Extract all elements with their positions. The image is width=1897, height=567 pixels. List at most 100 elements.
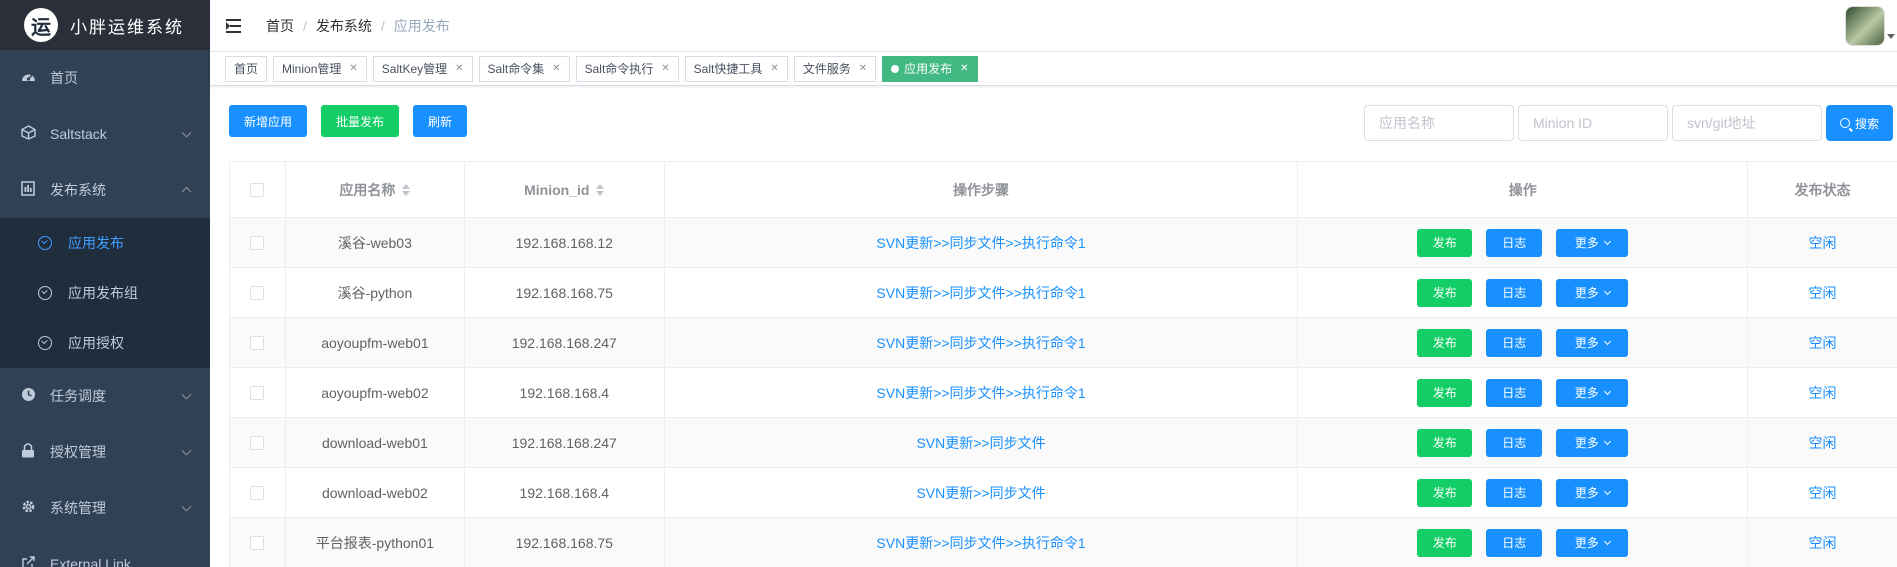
more-dropdown-button[interactable]: 更多 [1556, 478, 1629, 507]
tab-home[interactable]: 首页 [225, 55, 268, 82]
log-button[interactable]: 日志 [1486, 478, 1543, 507]
add-app-button[interactable]: 新增应用 [229, 105, 308, 137]
avatar[interactable] [1845, 6, 1885, 46]
sidebar-item-system[interactable]: 系统管理 [0, 480, 210, 536]
sidebar-item-auth[interactable]: 授权管理 [0, 424, 210, 480]
log-button[interactable]: 日志 [1486, 428, 1543, 457]
publish-button[interactable]: 发布 [1417, 328, 1473, 357]
row-checkbox[interactable] [250, 385, 265, 400]
status-link[interactable]: 空闲 [1748, 368, 1897, 417]
log-button[interactable]: 日志 [1486, 278, 1543, 307]
more-dropdown-button[interactable]: 更多 [1556, 278, 1629, 307]
table-row[interactable]: 溪谷-python 192.168.168.75 SVN更新>>同步文件>>执行命令… [230, 268, 1897, 318]
cell-steps-link[interactable]: SVN更新>>同步文件 [665, 468, 1299, 517]
status-link[interactable]: 空闲 [1748, 418, 1897, 467]
minion-id-input[interactable] [1518, 105, 1668, 141]
table-row[interactable]: download-web01 192.168.168.247 SVN更新>>同步文件… [230, 418, 1897, 468]
close-icon[interactable]: ✕ [859, 57, 867, 81]
repo-url-input[interactable] [1672, 105, 1822, 141]
sort-icon[interactable] [402, 183, 411, 196]
sidebar-item-home[interactable]: 首页 [0, 50, 210, 106]
tab-salt-exec[interactable]: Salt命令执行 ✕ [575, 55, 679, 82]
breadcrumb-item[interactable]: 发布系统 [316, 16, 372, 36]
column-header-name[interactable]: 应用名称 [286, 162, 465, 217]
tab-minion[interactable]: Minion管理 ✕ [273, 55, 367, 82]
breadcrumb-item[interactable]: 首页 [266, 16, 294, 36]
batch-publish-button[interactable]: 批量发布 [321, 105, 400, 137]
column-header-label: Minion_id [524, 181, 590, 198]
cube-icon [20, 125, 36, 143]
select-all-checkbox[interactable] [250, 182, 265, 197]
logo[interactable]: 运 小胖运维系统 [0, 0, 210, 50]
search-button[interactable]: 搜索 [1826, 105, 1894, 141]
sidebar-item-saltstack[interactable]: Saltstack [0, 106, 210, 162]
row-actions: 发布 日志 更多 [1410, 278, 1635, 307]
app-name-input[interactable] [1364, 105, 1514, 141]
sidebar-subitem-app-auth[interactable]: 应用授权 [0, 318, 210, 368]
publish-button[interactable]: 发布 [1417, 278, 1473, 307]
status-link[interactable]: 空闲 [1748, 518, 1897, 567]
publish-button[interactable]: 发布 [1417, 528, 1473, 557]
table-row[interactable]: 平台报表-python01 192.168.168.75 SVN更新>>同步文件>>… [230, 518, 1897, 567]
publish-button[interactable]: 发布 [1417, 478, 1473, 507]
column-header-minion[interactable]: Minion_id [465, 162, 665, 217]
more-dropdown-button[interactable]: 更多 [1556, 378, 1629, 407]
table-body: 溪谷-web03 192.168.168.12 SVN更新>>同步文件>>执行命令1… [230, 218, 1897, 567]
more-dropdown-button[interactable]: 更多 [1556, 328, 1629, 357]
sidebar-subitem-app-release-group[interactable]: 应用发布组 [0, 268, 210, 318]
tags-view: 首页 Minion管理 ✕ SaltKey管理 ✕ Salt命令集 ✕ Salt命令执… [210, 52, 1897, 86]
sidebar-item-release[interactable]: 发布系统 [0, 162, 210, 218]
sidebar-item-external-link[interactable]: External Link [0, 536, 210, 567]
close-icon[interactable]: ✕ [455, 57, 463, 81]
table-row[interactable]: aoyoupfm-web02 192.168.168.4 SVN更新>>同步文件>>… [230, 368, 1897, 418]
cell-steps-link[interactable]: SVN更新>>同步文件>>执行命令1 [665, 218, 1299, 267]
log-button[interactable]: 日志 [1486, 328, 1543, 357]
menu-toggle-icon[interactable] [226, 18, 244, 33]
log-button[interactable]: 日志 [1486, 528, 1543, 557]
close-icon[interactable]: ✕ [960, 57, 968, 81]
tab-app-release[interactable]: 应用发布 ✕ [882, 55, 978, 82]
more-dropdown-button[interactable]: 更多 [1556, 528, 1629, 557]
status-link[interactable]: 空闲 [1748, 218, 1897, 267]
tab-saltkey[interactable]: SaltKey管理 ✕ [372, 55, 473, 82]
publish-button[interactable]: 发布 [1417, 228, 1473, 257]
publish-button[interactable]: 发布 [1417, 428, 1473, 457]
status-link[interactable]: 空闲 [1748, 468, 1897, 517]
row-checkbox[interactable] [250, 535, 265, 550]
more-dropdown-button[interactable]: 更多 [1556, 428, 1629, 457]
caret-down-icon[interactable] [1887, 34, 1895, 39]
publish-button[interactable]: 发布 [1417, 378, 1473, 407]
close-icon[interactable]: ✕ [770, 57, 778, 81]
cell-steps-link[interactable]: SVN更新>>同步文件 [665, 418, 1299, 467]
cell-steps-link[interactable]: SVN更新>>同步文件>>执行命令1 [665, 518, 1299, 567]
app-table: 应用名称 Minion_id 操作步骤 操作 发布状态 溪谷-web03 192.… [229, 161, 1897, 567]
cell-steps-link[interactable]: SVN更新>>同步文件>>执行命令1 [665, 368, 1299, 417]
row-checkbox[interactable] [250, 435, 265, 450]
more-dropdown-button[interactable]: 更多 [1556, 228, 1629, 257]
sidebar-subitem-app-release[interactable]: 应用发布 [0, 218, 210, 268]
close-icon[interactable]: ✕ [552, 57, 560, 81]
sort-icon[interactable] [596, 183, 605, 196]
tab-salt-tools[interactable]: Salt快捷工具 ✕ [684, 55, 788, 82]
close-icon[interactable]: ✕ [661, 57, 669, 81]
log-button[interactable]: 日志 [1486, 378, 1543, 407]
sidebar-item-scheduler[interactable]: 任务调度 [0, 368, 210, 424]
table-row[interactable]: 溪谷-web03 192.168.168.12 SVN更新>>同步文件>>执行命令1… [230, 218, 1897, 268]
cell-steps-link[interactable]: SVN更新>>同步文件>>执行命令1 [665, 268, 1299, 317]
close-icon[interactable]: ✕ [349, 57, 357, 81]
tab-salt-commands[interactable]: Salt命令集 ✕ [478, 55, 570, 82]
tab-file-service[interactable]: 文件服务 ✕ [793, 55, 877, 82]
table-row[interactable]: download-web02 192.168.168.4 SVN更新>>同步文件 发布… [230, 468, 1897, 518]
row-checkbox[interactable] [250, 335, 265, 350]
row-checkbox[interactable] [250, 235, 265, 250]
refresh-button[interactable]: 刷新 [413, 105, 468, 137]
row-checkbox[interactable] [250, 285, 265, 300]
lock-icon [20, 443, 36, 461]
row-checkbox[interactable] [250, 485, 265, 500]
status-link[interactable]: 空闲 [1748, 268, 1897, 317]
status-link[interactable]: 空闲 [1748, 318, 1897, 367]
cell-steps-link[interactable]: SVN更新>>同步文件>>执行命令1 [665, 318, 1299, 367]
table-row[interactable]: aoyoupfm-web01 192.168.168.247 SVN更新>>同步文件… [230, 318, 1897, 368]
log-button[interactable]: 日志 [1486, 228, 1543, 257]
sidebar-subitem-label: 应用发布 [68, 235, 124, 251]
